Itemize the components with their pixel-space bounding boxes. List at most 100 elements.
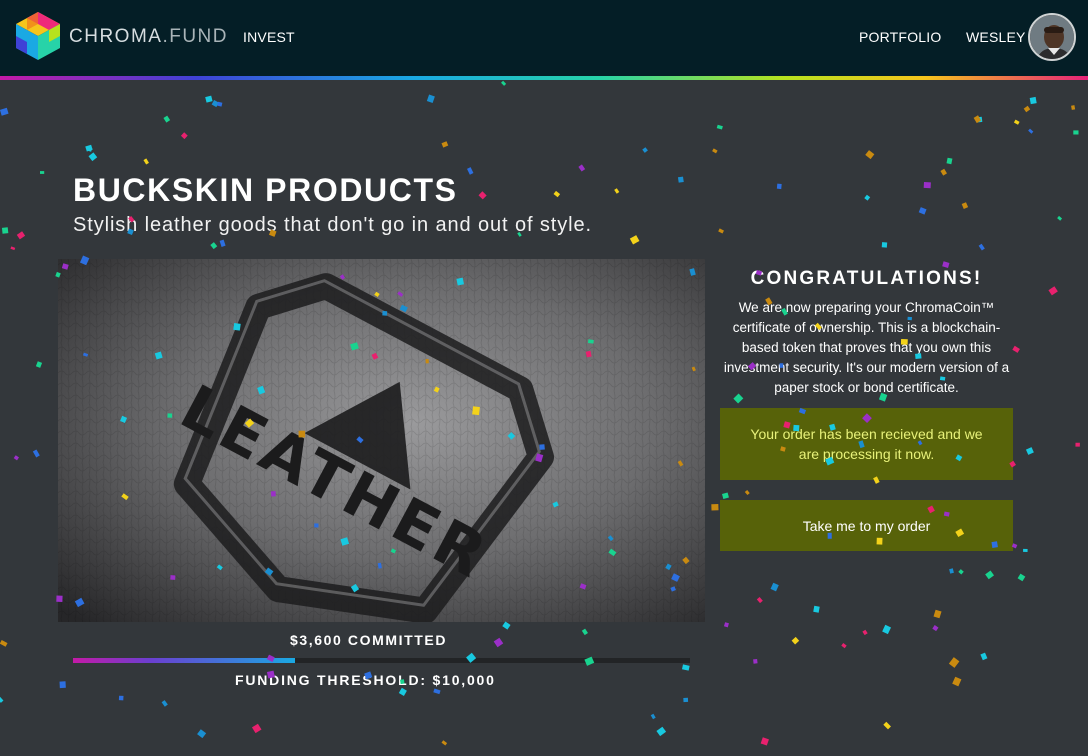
brand-fund: .FUND: [162, 26, 229, 47]
confetti-piece: [718, 228, 724, 234]
confetti-piece: [501, 80, 507, 86]
confetti-piece: [677, 176, 684, 183]
confetti-piece: [553, 190, 561, 198]
user-menu-link[interactable]: WESLEY: [966, 29, 1026, 45]
confetti-piece: [985, 570, 995, 580]
confetti-piece: [948, 657, 960, 668]
confetti-piece: [813, 605, 820, 613]
confetti-piece: [683, 697, 689, 703]
product-image: LEATHER: [58, 259, 705, 622]
confetti-piece: [977, 116, 983, 123]
confetti-piece: [629, 235, 640, 245]
confetti-piece: [958, 569, 964, 575]
confetti-piece: [1075, 442, 1080, 447]
confetti-piece: [398, 687, 407, 696]
nav-invest-link[interactable]: INVEST: [243, 29, 295, 45]
confetti-piece: [211, 100, 219, 108]
confetti-piece: [864, 194, 871, 201]
confetti-piece: [744, 490, 750, 496]
confetti-piece: [841, 643, 847, 649]
confetti-piece: [1071, 105, 1076, 110]
confetti-piece: [942, 261, 950, 268]
embossed-leather-logo-image: LEATHER: [58, 259, 705, 622]
brand-name[interactable]: CHROMA.FUND: [69, 26, 228, 48]
confetti-piece: [1025, 447, 1034, 455]
confetti-piece: [0, 696, 4, 703]
funding-progress-bar: [73, 658, 690, 663]
confetti-piece: [753, 658, 758, 664]
confetti-piece: [642, 147, 648, 153]
confetti-piece: [1013, 119, 1020, 125]
confetti-piece: [251, 723, 262, 734]
confetti-piece: [180, 132, 188, 140]
confetti-piece: [161, 700, 168, 707]
confetti-piece: [961, 202, 969, 210]
confetti-piece: [650, 713, 656, 720]
funding-progress-fill: [73, 658, 296, 663]
confetti-piece: [980, 652, 988, 661]
rainbow-divider: [0, 76, 1088, 80]
confetti-piece: [143, 158, 149, 165]
confetti-piece: [940, 168, 947, 176]
confetti-piece: [881, 242, 888, 248]
nav-portfolio-link[interactable]: PORTFOLIO: [859, 29, 941, 45]
confetti-piece: [712, 148, 718, 154]
user-avatar[interactable]: [1028, 13, 1076, 61]
confetti-piece: [932, 624, 939, 632]
confetti-piece: [862, 629, 868, 636]
confetti-piece: [88, 152, 98, 162]
confetti-piece: [723, 622, 729, 628]
confetti-piece: [865, 150, 875, 160]
product-title: BUCKSKIN PRODUCTS: [73, 172, 458, 208]
confetti-piece: [10, 246, 16, 251]
confetti-piece: [1017, 573, 1026, 582]
confetti-piece: [949, 568, 954, 574]
confetti-piece: [1, 227, 9, 234]
confetti-piece: [502, 621, 511, 630]
confetti-piece: [1073, 130, 1079, 135]
confetti-piece: [614, 188, 620, 194]
confetti-piece: [210, 242, 218, 250]
confetti-piece: [32, 449, 40, 458]
confetti-piece: [205, 95, 213, 103]
confetti-piece: [1029, 96, 1037, 105]
confetti-piece: [711, 504, 719, 511]
confetti-piece: [59, 681, 66, 689]
order-button-label: Take me to my order: [802, 517, 931, 534]
confetti-piece: [493, 637, 504, 648]
confetti-piece: [197, 729, 207, 739]
product-subtitle: Stylish leather goods that don't go in a…: [73, 214, 592, 236]
confetti-piece: [16, 231, 26, 240]
confetti-piece: [1057, 215, 1063, 221]
confetti-piece: [973, 115, 982, 124]
confetti-piece: [433, 688, 441, 695]
confetti-piece: [681, 664, 690, 671]
confetti-piece: [952, 676, 962, 687]
confetti-piece: [1048, 286, 1058, 296]
congratulations-heading: CONGRATULATIONS!: [750, 268, 983, 289]
avatar-portrait-icon: [1030, 15, 1074, 59]
confetti-piece: [85, 144, 93, 152]
confetti-piece: [721, 492, 729, 500]
take-me-to-order-button[interactable]: Take me to my order: [720, 500, 1013, 551]
confetti-piece: [882, 624, 892, 635]
confetti-piece: [1023, 548, 1028, 552]
confetti-piece: [441, 740, 448, 746]
chroma-cube-logo-icon[interactable]: [14, 10, 62, 62]
confetti-piece: [0, 640, 8, 647]
confetti-piece: [756, 596, 763, 604]
confetti-piece: [217, 101, 223, 107]
order-status-text: Your order has been recieved and we are …: [750, 426, 983, 462]
confetti-piece: [87, 146, 93, 152]
confetti-piece: [933, 609, 942, 619]
confetti-piece: [581, 628, 588, 636]
confetti-piece: [1012, 345, 1020, 353]
confetti-piece: [760, 737, 769, 746]
confetti-piece: [219, 239, 226, 247]
confetti-piece: [578, 164, 586, 172]
funding-threshold: FUNDING THRESHOLD: $10,000: [235, 672, 496, 688]
confetti-piece: [40, 171, 45, 174]
confetti-piece: [13, 455, 20, 461]
confetti-piece: [0, 107, 9, 116]
confetti-piece: [923, 182, 931, 189]
